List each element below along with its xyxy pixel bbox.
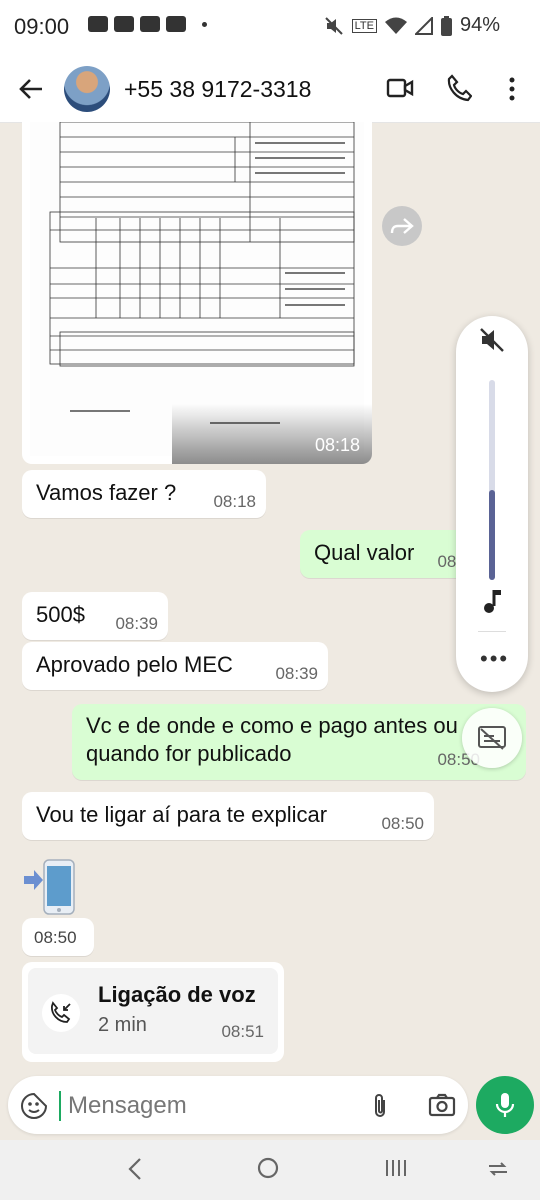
more-settings-icon[interactable]: ••• <box>480 646 509 672</box>
call-icon-badge <box>42 994 80 1032</box>
more-options-icon[interactable] <box>508 76 516 102</box>
message-input[interactable] <box>66 1086 370 1126</box>
more-notifications-icon <box>202 21 207 27</box>
message-time: 08:39 <box>115 614 158 633</box>
signal-icon <box>414 16 433 35</box>
live-caption-button[interactable] <box>462 708 522 768</box>
sticker-emoji-icon[interactable] <box>20 1092 48 1120</box>
volume-level <box>489 490 495 580</box>
call-duration: 2 min <box>98 1014 147 1036</box>
call-title: Ligação de voz <box>98 982 256 1007</box>
message-text: Vamos fazer ? <box>36 480 177 505</box>
mute-status-icon <box>324 16 343 35</box>
incoming-message[interactable]: Vamos fazer ? 08:18 <box>22 470 266 518</box>
message-time: 08:18 <box>314 435 360 455</box>
incoming-message[interactable]: 500$ 08:39 <box>22 592 168 640</box>
wifi-icon <box>384 17 407 34</box>
incoming-message[interactable]: 08:50 <box>22 918 94 956</box>
phone-icon[interactable] <box>446 74 472 102</box>
message-text: 500$ <box>36 602 85 627</box>
incoming-call-icon <box>51 1001 71 1023</box>
mute-toggle-icon[interactable] <box>478 326 506 354</box>
back-arrow-icon[interactable] <box>18 76 44 102</box>
forward-button[interactable] <box>382 206 422 246</box>
volume-panel[interactable]: ••• <box>456 316 528 692</box>
incoming-message[interactable]: Aprovado pelo MEC 08:39 <box>22 642 328 690</box>
avatar[interactable] <box>64 66 110 112</box>
video-call-icon[interactable] <box>386 76 414 100</box>
nav-home-icon[interactable] <box>256 1156 280 1180</box>
battery-percent: 94% <box>459 14 500 36</box>
message-text: Aprovado pelo MEC <box>36 652 233 677</box>
captions-icon <box>478 726 506 750</box>
rotate-screen-icon[interactable] <box>486 1158 510 1180</box>
message-text: Vc e de onde e como e pago antes ou quan… <box>86 713 458 766</box>
attach-icon[interactable] <box>370 1092 390 1120</box>
message-time: 08:51 <box>221 1022 264 1041</box>
contact-name[interactable]: +55 38 9172-3318 <box>124 76 311 103</box>
nav-recents-icon[interactable] <box>384 1156 408 1180</box>
divider <box>478 631 506 632</box>
outgoing-message[interactable]: Vc e de onde e como e pago antes ou quan… <box>72 704 526 780</box>
message-time: 08:50 <box>34 928 77 947</box>
youtube-notification-icon <box>88 16 108 32</box>
text-cursor <box>59 1091 61 1121</box>
notification-icons <box>88 16 207 32</box>
youtube-notification-icon <box>114 16 134 32</box>
bible-app-notification-icon <box>166 16 186 32</box>
message-time: 08:18 <box>213 492 256 511</box>
incoming-message[interactable]: Vou te ligar aí para te explicar 08:50 <box>22 792 434 840</box>
message-text: Qual valor <box>314 540 415 565</box>
chat-header: +55 38 9172-3318 <box>0 56 540 123</box>
volume-slider[interactable] <box>489 380 495 580</box>
forward-icon <box>390 218 414 234</box>
voice-call-message[interactable]: Ligação de voz 2 min 08:51 <box>22 962 284 1062</box>
status-bar: 09:00 LTE 94% <box>0 0 540 56</box>
camera-icon[interactable] <box>428 1092 456 1118</box>
music-note-icon[interactable] <box>480 588 504 616</box>
message-time: 08:50 <box>381 814 424 833</box>
message-time: 08:39 <box>275 664 318 683</box>
voice-record-button[interactable] <box>476 1076 534 1134</box>
system-navigation-bar <box>0 1140 540 1200</box>
image-message[interactable]: 08:18 <box>22 122 372 464</box>
battery-icon <box>440 15 452 36</box>
mic-icon <box>495 1093 515 1117</box>
message-text: Vou te ligar aí para te explicar <box>36 802 328 827</box>
volte-icon: LTE <box>351 18 377 33</box>
nav-back-icon[interactable] <box>126 1156 144 1182</box>
youtube-notification-icon <box>140 16 160 32</box>
status-time: 09:00 <box>14 14 70 39</box>
system-status: LTE 94% <box>324 14 500 37</box>
phone-sticker-image[interactable] <box>22 858 80 916</box>
message-composer[interactable] <box>8 1076 468 1134</box>
call-details[interactable]: Ligação de voz 2 min 08:51 <box>28 968 278 1054</box>
